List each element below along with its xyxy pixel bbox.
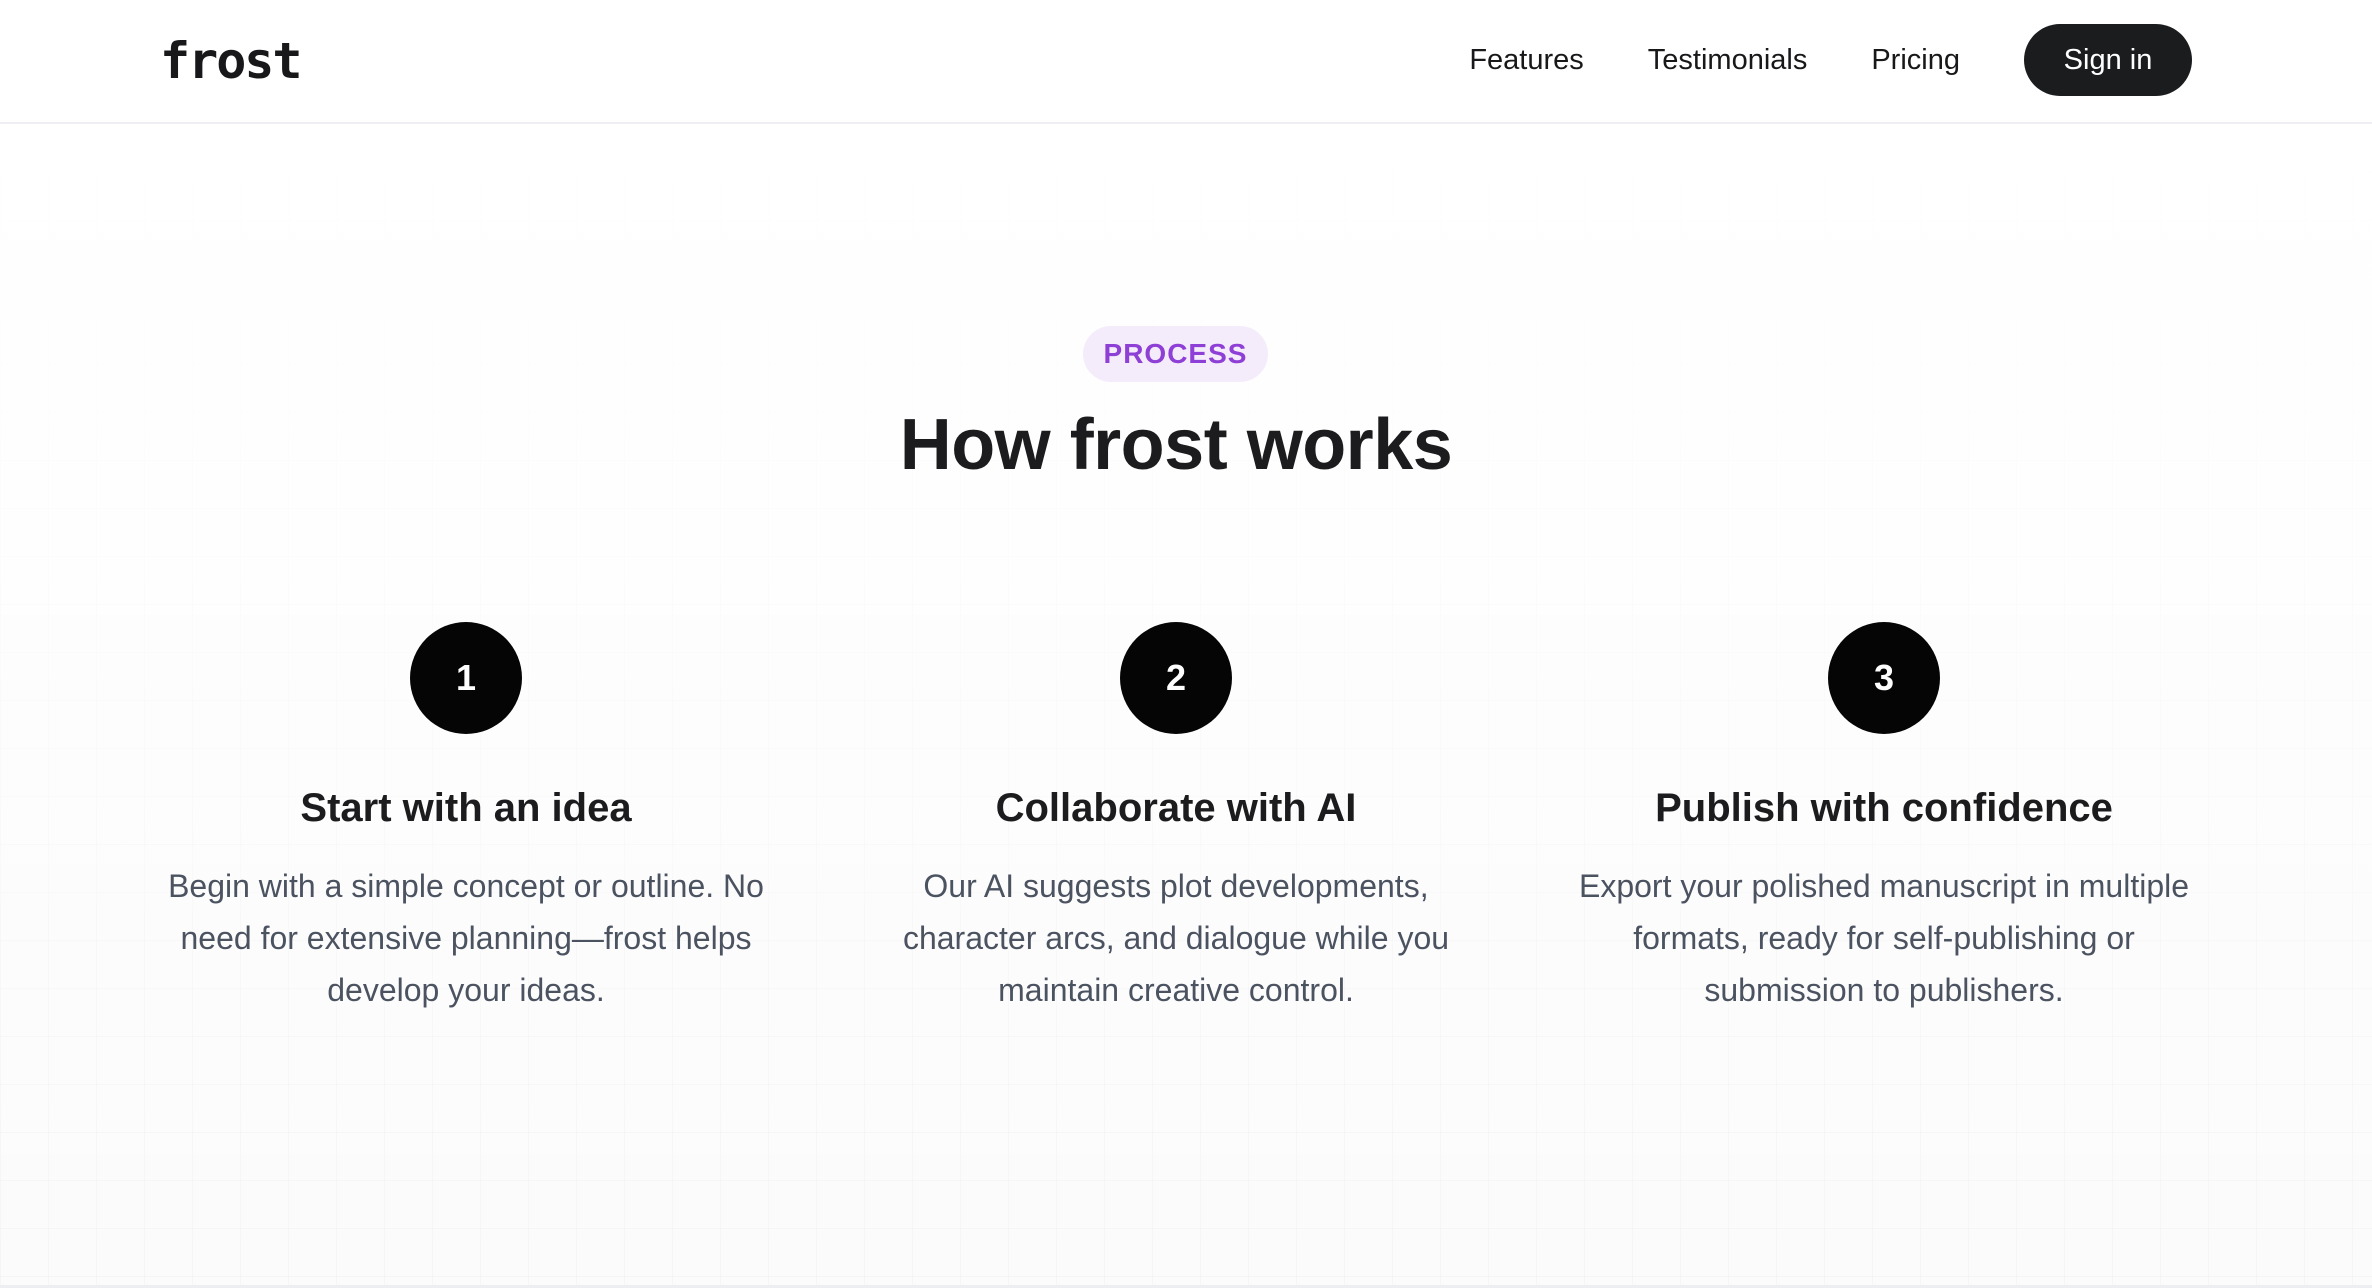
process-section: PROCESS How frost works 1 Start with an …	[0, 124, 2372, 1288]
step-description: Our AI suggests plot developments, chara…	[902, 868, 1450, 1008]
section-title: How frost works	[899, 405, 1453, 485]
process-step-3: 3 Publish with confidence Export your po…	[1554, 622, 2214, 1016]
site-header: frost Features Testimonials Pricing Sign…	[0, 0, 2372, 124]
process-step-1: 1 Start with an idea Begin with a simple…	[136, 622, 796, 1016]
sign-in-button[interactable]: Sign in	[2024, 24, 2192, 96]
process-step-2: 2 Collaborate with AI Our AI suggests pl…	[846, 622, 1506, 1016]
step-title: Collaborate with AI	[995, 786, 1357, 830]
step-title: Start with an idea	[300, 786, 632, 830]
nav-link-features[interactable]: Features	[1469, 44, 1583, 77]
step-number-badge: 1	[410, 622, 522, 734]
nav-link-testimonials[interactable]: Testimonials	[1648, 44, 1808, 77]
main-nav: Features Testimonials Pricing Sign in	[1469, 24, 2192, 96]
step-description: Begin with a simple concept or outline. …	[168, 868, 764, 1008]
step-number-badge: 3	[1828, 622, 1940, 734]
nav-link-pricing[interactable]: Pricing	[1871, 44, 1960, 77]
frost-logo[interactable]: frost	[160, 28, 303, 94]
step-number-badge: 2	[1120, 622, 1232, 734]
section-badge: PROCESS	[1083, 326, 1268, 382]
step-title: Publish with confidence	[1655, 786, 2113, 830]
step-description: Export your polished manuscript in multi…	[1578, 868, 2190, 1008]
